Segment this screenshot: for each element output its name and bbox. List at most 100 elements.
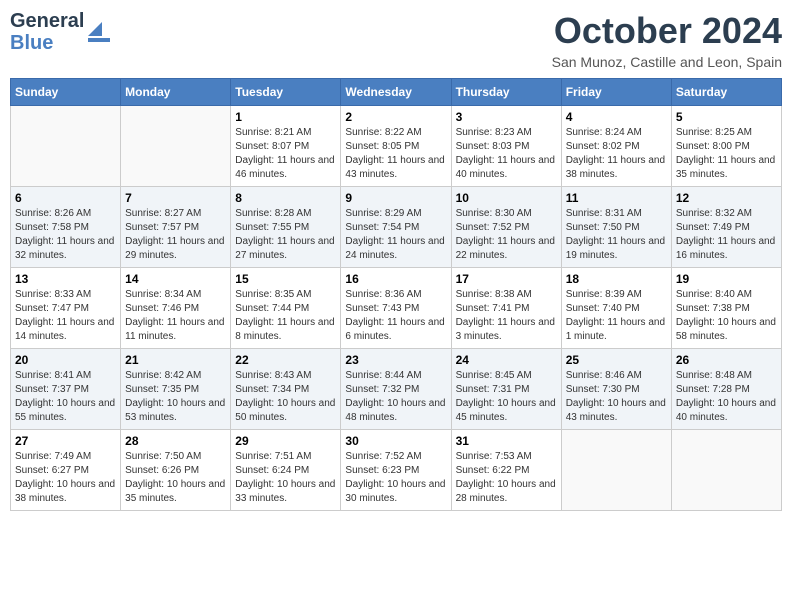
day-cell: 11 Sunrise: 8:31 AMSunset: 7:50 PMDayligh… — [561, 187, 671, 268]
day-info: Sunrise: 8:43 AMSunset: 7:34 PMDaylight:… — [235, 370, 335, 423]
day-info: Sunrise: 8:32 AMSunset: 7:49 PMDaylight:… — [676, 208, 775, 261]
day-number: 2 — [345, 110, 446, 124]
day-cell: 12 Sunrise: 8:32 AMSunset: 7:49 PMDayligh… — [671, 187, 781, 268]
weekday-header-sunday: Sunday — [11, 79, 121, 106]
title-section: October 2024 San Munoz, Castille and Leo… — [552, 10, 782, 70]
day-info: Sunrise: 8:46 AMSunset: 7:30 PMDaylight:… — [566, 370, 666, 423]
day-number: 1 — [235, 110, 336, 124]
day-cell: 9Sunrise: 8:29 AMSunset: 7:54 PMDaylight… — [341, 187, 451, 268]
day-cell: 31 Sunrise: 7:53 AMSunset: 6:22 PMDayligh… — [451, 430, 561, 511]
day-cell: 13Sunrise: 8:33 AMSunset: 7:47 PMDayligh… — [11, 268, 121, 349]
day-number: 28 — [125, 434, 226, 448]
day-cell: 3 Sunrise: 8:23 AMSunset: 8:03 PMDaylight… — [451, 106, 561, 187]
day-number: 8 — [235, 191, 336, 205]
day-cell: 19 Sunrise: 8:40 AMSunset: 7:38 PMDayligh… — [671, 268, 781, 349]
logo-triangle-icon — [88, 22, 102, 36]
day-cell — [671, 430, 781, 511]
day-info: Sunrise: 8:25 AMSunset: 8:00 PMDaylight:… — [676, 127, 775, 180]
day-cell: 4Sunrise: 8:24 AMSunset: 8:02 PMDaylight… — [561, 106, 671, 187]
day-cell: 21 Sunrise: 8:42 AMSunset: 7:35 PMDayligh… — [121, 349, 231, 430]
day-number: 15 — [235, 272, 336, 286]
week-row-4: 20 Sunrise: 8:41 AMSunset: 7:37 PMDayligh… — [11, 349, 782, 430]
day-number: 6 — [15, 191, 116, 205]
day-number: 18 — [566, 272, 667, 286]
day-cell: 8 Sunrise: 8:28 AMSunset: 7:55 PMDaylight… — [231, 187, 341, 268]
day-number: 26 — [676, 353, 777, 367]
day-number: 19 — [676, 272, 777, 286]
day-cell: 23 Sunrise: 8:44 AMSunset: 7:32 PMDayligh… — [341, 349, 451, 430]
day-number: 12 — [676, 191, 777, 205]
day-number: 17 — [456, 272, 557, 286]
day-number: 31 — [456, 434, 557, 448]
day-cell: 10 Sunrise: 8:30 AMSunset: 7:52 PMDayligh… — [451, 187, 561, 268]
day-info: Sunrise: 8:44 AMSunset: 7:32 PMDaylight:… — [345, 370, 445, 423]
logo-line2: Blue — [10, 32, 84, 54]
day-info: Sunrise: 8:23 AMSunset: 8:03 PMDaylight:… — [456, 127, 555, 180]
day-cell: 17 Sunrise: 8:38 AMSunset: 7:41 PMDayligh… — [451, 268, 561, 349]
day-cell: 1 Sunrise: 8:21 AMSunset: 8:07 PMDaylight… — [231, 106, 341, 187]
week-row-5: 27Sunrise: 7:49 AMSunset: 6:27 PMDayligh… — [11, 430, 782, 511]
day-info: Sunrise: 7:53 AMSunset: 6:22 PMDaylight:… — [456, 451, 556, 504]
day-number: 16 — [345, 272, 446, 286]
month-title: October 2024 — [552, 10, 782, 52]
day-info: Sunrise: 8:33 AMSunset: 7:47 PMDaylight:… — [15, 289, 114, 342]
day-info: Sunrise: 8:24 AMSunset: 8:02 PMDaylight:… — [566, 127, 665, 180]
day-cell: 7Sunrise: 8:27 AMSunset: 7:57 PMDaylight… — [121, 187, 231, 268]
day-cell: 18 Sunrise: 8:39 AMSunset: 7:40 PMDayligh… — [561, 268, 671, 349]
weekday-header-monday: Monday — [121, 79, 231, 106]
day-cell — [561, 430, 671, 511]
day-info: Sunrise: 8:39 AMSunset: 7:40 PMDaylight:… — [566, 289, 665, 342]
day-cell: 28 Sunrise: 7:50 AMSunset: 6:26 PMDayligh… — [121, 430, 231, 511]
day-cell: 24Sunrise: 8:45 AMSunset: 7:31 PMDayligh… — [451, 349, 561, 430]
location: San Munoz, Castille and Leon, Spain — [552, 54, 782, 70]
day-info: Sunrise: 8:35 AMSunset: 7:44 PMDaylight:… — [235, 289, 334, 342]
day-number: 10 — [456, 191, 557, 205]
logo-line1: General — [10, 10, 84, 32]
weekday-header-tuesday: Tuesday — [231, 79, 341, 106]
day-number: 30 — [345, 434, 446, 448]
weekday-header-friday: Friday — [561, 79, 671, 106]
day-number: 21 — [125, 353, 226, 367]
day-cell: 26 Sunrise: 8:48 AMSunset: 7:28 PMDayligh… — [671, 349, 781, 430]
day-info: Sunrise: 8:30 AMSunset: 7:52 PMDaylight:… — [456, 208, 555, 261]
day-number: 29 — [235, 434, 336, 448]
day-number: 14 — [125, 272, 226, 286]
day-info: Sunrise: 8:28 AMSunset: 7:55 PMDaylight:… — [235, 208, 334, 261]
day-number: 23 — [345, 353, 446, 367]
weekday-header-row: SundayMondayTuesdayWednesdayThursdayFrid… — [11, 79, 782, 106]
day-number: 27 — [15, 434, 116, 448]
page-header: General Blue October 2024 San Munoz, Cas… — [10, 10, 782, 70]
day-number: 20 — [15, 353, 116, 367]
day-cell — [11, 106, 121, 187]
day-info: Sunrise: 8:48 AMSunset: 7:28 PMDaylight:… — [676, 370, 776, 423]
day-cell: 27Sunrise: 7:49 AMSunset: 6:27 PMDayligh… — [11, 430, 121, 511]
week-row-3: 13Sunrise: 8:33 AMSunset: 7:47 PMDayligh… — [11, 268, 782, 349]
day-cell: 25Sunrise: 8:46 AMSunset: 7:30 PMDayligh… — [561, 349, 671, 430]
day-info: Sunrise: 8:36 AMSunset: 7:43 PMDaylight:… — [345, 289, 444, 342]
day-info: Sunrise: 8:41 AMSunset: 7:37 PMDaylight:… — [15, 370, 115, 423]
day-info: Sunrise: 7:50 AMSunset: 6:26 PMDaylight:… — [125, 451, 225, 504]
weekday-header-thursday: Thursday — [451, 79, 561, 106]
day-info: Sunrise: 8:38 AMSunset: 7:41 PMDaylight:… — [456, 289, 555, 342]
day-info: Sunrise: 8:42 AMSunset: 7:35 PMDaylight:… — [125, 370, 225, 423]
day-cell: 16 Sunrise: 8:36 AMSunset: 7:43 PMDayligh… — [341, 268, 451, 349]
day-cell: 15 Sunrise: 8:35 AMSunset: 7:44 PMDayligh… — [231, 268, 341, 349]
day-info: Sunrise: 8:22 AMSunset: 8:05 PMDaylight:… — [345, 127, 444, 180]
weekday-header-saturday: Saturday — [671, 79, 781, 106]
day-info: Sunrise: 8:34 AMSunset: 7:46 PMDaylight:… — [125, 289, 224, 342]
day-number: 7 — [125, 191, 226, 205]
day-number: 3 — [456, 110, 557, 124]
calendar-table: SundayMondayTuesdayWednesdayThursdayFrid… — [10, 78, 782, 511]
day-info: Sunrise: 8:31 AMSunset: 7:50 PMDaylight:… — [566, 208, 665, 261]
day-number: 24 — [456, 353, 557, 367]
day-number: 9 — [345, 191, 446, 205]
day-cell: 20 Sunrise: 8:41 AMSunset: 7:37 PMDayligh… — [11, 349, 121, 430]
day-cell: 14 Sunrise: 8:34 AMSunset: 7:46 PMDayligh… — [121, 268, 231, 349]
day-cell: 6 Sunrise: 8:26 AMSunset: 7:58 PMDaylight… — [11, 187, 121, 268]
day-info: Sunrise: 8:21 AMSunset: 8:07 PMDaylight:… — [235, 127, 334, 180]
day-info: Sunrise: 8:40 AMSunset: 7:38 PMDaylight:… — [676, 289, 776, 342]
day-number: 11 — [566, 191, 667, 205]
day-info: Sunrise: 7:51 AMSunset: 6:24 PMDaylight:… — [235, 451, 335, 504]
day-info: Sunrise: 8:26 AMSunset: 7:58 PMDaylight:… — [15, 208, 114, 261]
day-cell: 30Sunrise: 7:52 AMSunset: 6:23 PMDayligh… — [341, 430, 451, 511]
